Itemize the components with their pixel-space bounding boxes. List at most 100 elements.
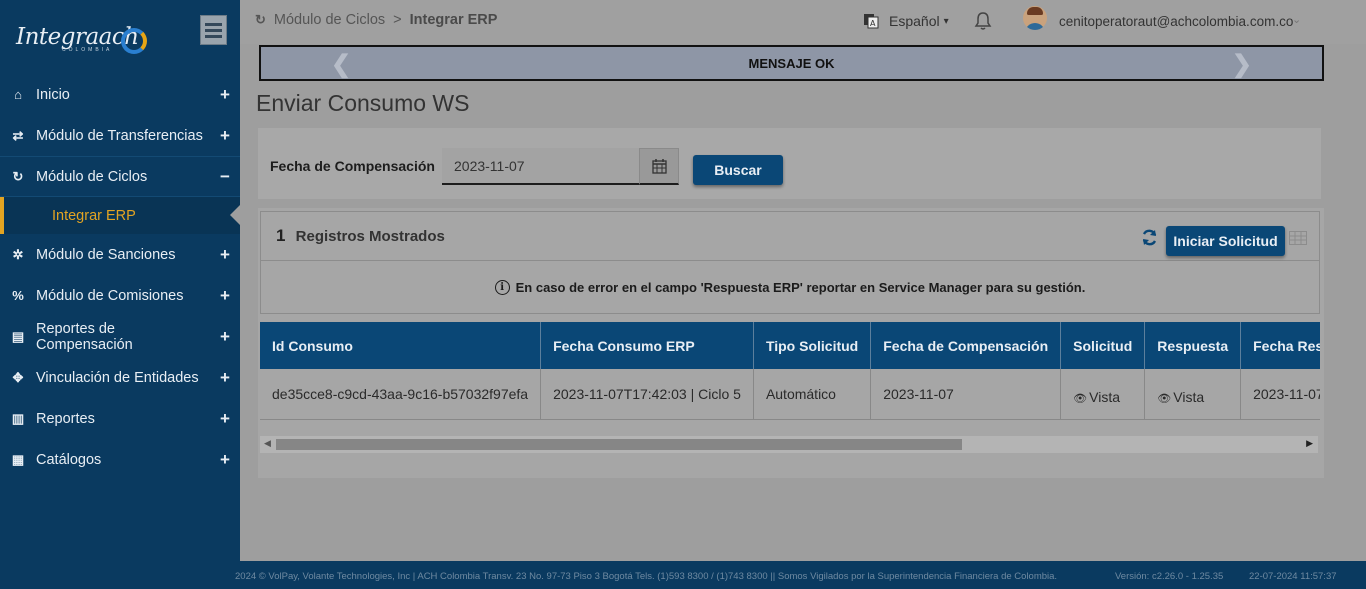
cell-solicitud[interactable]: 👁 Vista [1060, 369, 1146, 420]
col-fecha-compensacion[interactable]: Fecha de Compensación [870, 322, 1062, 369]
records-count-number: 1 [276, 226, 286, 245]
start-request-button[interactable]: Iniciar Solicitud [1166, 226, 1285, 256]
col-fecha-respuesta[interactable]: Fecha Respuesta [1240, 322, 1320, 369]
calendar-icon[interactable] [639, 148, 679, 185]
language-label: Español [889, 13, 940, 29]
svg-text:A: A [870, 19, 876, 28]
chevron-down-icon[interactable]: ⌄ [1292, 13, 1301, 26]
expand-icon[interactable]: + [210, 85, 240, 105]
sidebar-item-label: Módulo de Transferencias [36, 127, 203, 144]
sidebar-item-label: Vinculación de Entidades [36, 369, 199, 386]
table-row: de35cce8-c9cd-43aa-9c16-b57032f97efa 202… [260, 369, 1320, 420]
collapse-icon[interactable]: − [210, 167, 240, 187]
results-header: 1 Registros Mostrados Iniciar Solicitud [260, 211, 1320, 261]
breadcrumb-current: Integrar ERP [409, 12, 498, 28]
footer-datetime: 22-07-2024 11:57:37 [1249, 571, 1337, 582]
chevron-right-icon[interactable]: ❯ [1232, 50, 1252, 79]
footer: 2024 © VolPay, Volante Technologies, Inc… [235, 561, 1366, 589]
cell-id: de35cce8-c9cd-43aa-9c16-b57032f97efa [260, 369, 542, 420]
expand-icon[interactable]: + [210, 327, 240, 347]
table-grid-icon[interactable] [1289, 231, 1307, 245]
sidebar-item-label: Módulo de Comisiones [36, 287, 184, 304]
home-icon: ⌂ [14, 87, 22, 102]
refresh-icon[interactable] [1141, 229, 1158, 246]
view-link[interactable]: Vista [1089, 389, 1120, 405]
bell-icon[interactable] [974, 11, 992, 31]
scroll-right-icon[interactable]: ▶ [1306, 438, 1313, 449]
chevron-down-icon: ▾ [943, 15, 949, 27]
expand-icon[interactable]: + [210, 450, 240, 470]
horizontal-scrollbar[interactable]: ◀ ▶ [260, 436, 1318, 453]
view-link[interactable]: Vista [1173, 389, 1204, 405]
message-text: MENSAJE OK [748, 55, 835, 71]
sidebar-item-comisiones[interactable]: % Módulo de Comisiones + [0, 275, 240, 316]
eye-icon: 👁 [1157, 392, 1172, 405]
sidebar-item-inicio[interactable]: ⌂ Inicio + [0, 74, 240, 115]
sidebar-subitem-integrar-erp[interactable]: Integrar ERP [0, 197, 240, 234]
records-count: 1 Registros Mostrados [276, 226, 445, 246]
sidebar-item-catalogos[interactable]: ▦ Catálogos + [0, 439, 240, 480]
notice-text: En caso de error en el campo 'Respuesta … [515, 279, 1086, 295]
logo-area: Integraach COLOMBIA [0, 0, 240, 74]
language-selector[interactable]: A Español ▾ [863, 13, 949, 29]
col-fecha-consumo[interactable]: Fecha Consumo ERP [540, 322, 754, 369]
sidebar-item-reportes[interactable]: ▥ Reportes + [0, 398, 240, 439]
message-banner: ❮ MENSAJE OK ❯ [259, 45, 1324, 81]
breadcrumb: ↻ Módulo de Ciclos > Integrar ERP [255, 12, 497, 28]
results-table-wrapper: Id Consumo Fecha Consumo ERP Tipo Solici… [260, 322, 1320, 422]
cell-fecha-respuesta: 2023-11-07T17:4 [1240, 369, 1320, 420]
date-input[interactable]: 2023-11-07 [442, 148, 639, 185]
cell-tipo: Automático [753, 369, 872, 420]
table-header-row: Id Consumo Fecha Consumo ERP Tipo Solici… [260, 322, 1320, 369]
expand-icon[interactable]: + [210, 286, 240, 306]
menu-toggle-icon[interactable] [200, 15, 227, 45]
avatar[interactable] [1023, 6, 1047, 30]
cell-respuesta[interactable]: 👁 Vista [1144, 369, 1242, 420]
info-icon: i [494, 279, 510, 295]
top-bar: ↻ Módulo de Ciclos > Integrar ERP A Espa… [240, 0, 1366, 44]
translate-icon: A [864, 14, 879, 29]
expand-icon[interactable]: + [210, 368, 240, 388]
sidebar-item-label: Reportes de Compensación [36, 320, 133, 353]
col-id-consumo[interactable]: Id Consumo [260, 322, 542, 369]
refresh-icon: ↻ [255, 12, 266, 27]
sidebar-item-transferencias[interactable]: ⇄ Módulo de Transferencias + [0, 115, 240, 156]
footer-copyright: 2024 © VolPay, Volante Technologies, Inc… [235, 571, 1058, 582]
chevron-left-icon[interactable]: ❮ [331, 50, 351, 79]
expand-icon[interactable]: + [210, 245, 240, 265]
col-tipo-solicitud[interactable]: Tipo Solicitud [753, 322, 872, 369]
col-solicitud[interactable]: Solicitud [1060, 322, 1146, 369]
catalog-icon: ▦ [11, 451, 25, 467]
col-respuesta[interactable]: Respuesta [1144, 322, 1242, 369]
date-label: Fecha de Compensación [270, 158, 435, 174]
scroll-left-icon[interactable]: ◀ [264, 438, 271, 449]
sidebar-item-ciclos[interactable]: ↻ Módulo de Ciclos − [0, 156, 240, 197]
sidebar-item-reportes-compensacion[interactable]: ▤ Reportes de Compensación + [0, 316, 240, 357]
cell-fecha-consumo: 2023-11-07T17:42:03 | Ciclo 5 [540, 369, 754, 420]
sidebar-item-label: Inicio [36, 86, 70, 103]
sidebar-item-vinculacion[interactable]: ✥ Vinculación de Entidades + [0, 357, 240, 398]
sidebar: Integraach COLOMBIA ⌂ Inicio + ⇄ Módulo … [0, 0, 240, 589]
expand-icon[interactable]: + [210, 409, 240, 429]
search-button[interactable]: Buscar [693, 155, 783, 185]
eye-icon: 👁 [1073, 392, 1088, 405]
user-email[interactable]: cenitoperatoraut@achcolombia.com.co [1059, 14, 1293, 29]
scrollbar-thumb[interactable] [276, 439, 962, 450]
expand-icon[interactable]: + [210, 126, 240, 146]
cell-fecha-compensacion: 2023-11-07 [870, 369, 1062, 420]
breadcrumb-separator: > [393, 12, 402, 28]
breadcrumb-parent[interactable]: Módulo de Ciclos [274, 12, 385, 28]
gear-icon: ✲ [12, 246, 24, 262]
results-panel: 1 Registros Mostrados Iniciar Solicitud … [258, 208, 1324, 478]
filter-panel: Fecha de Compensación 2023-11-07 Buscar [258, 128, 1321, 199]
sidebar-item-label: Catálogos [36, 451, 102, 468]
error-notice: i En caso de error en el campo 'Respuest… [260, 261, 1320, 314]
percent-icon: % [12, 288, 24, 303]
sidebar-item-label: Reportes [36, 410, 95, 427]
results-table: Id Consumo Fecha Consumo ERP Tipo Solici… [260, 322, 1320, 420]
logo-ring-icon [121, 28, 147, 54]
sidebar-item-sanciones[interactable]: ✲ Módulo de Sanciones + [0, 234, 240, 275]
page-title: Enviar Consumo WS [256, 90, 470, 116]
report-icon: ▥ [11, 410, 25, 426]
sidebar-item-label: Módulo de Ciclos [36, 168, 148, 185]
